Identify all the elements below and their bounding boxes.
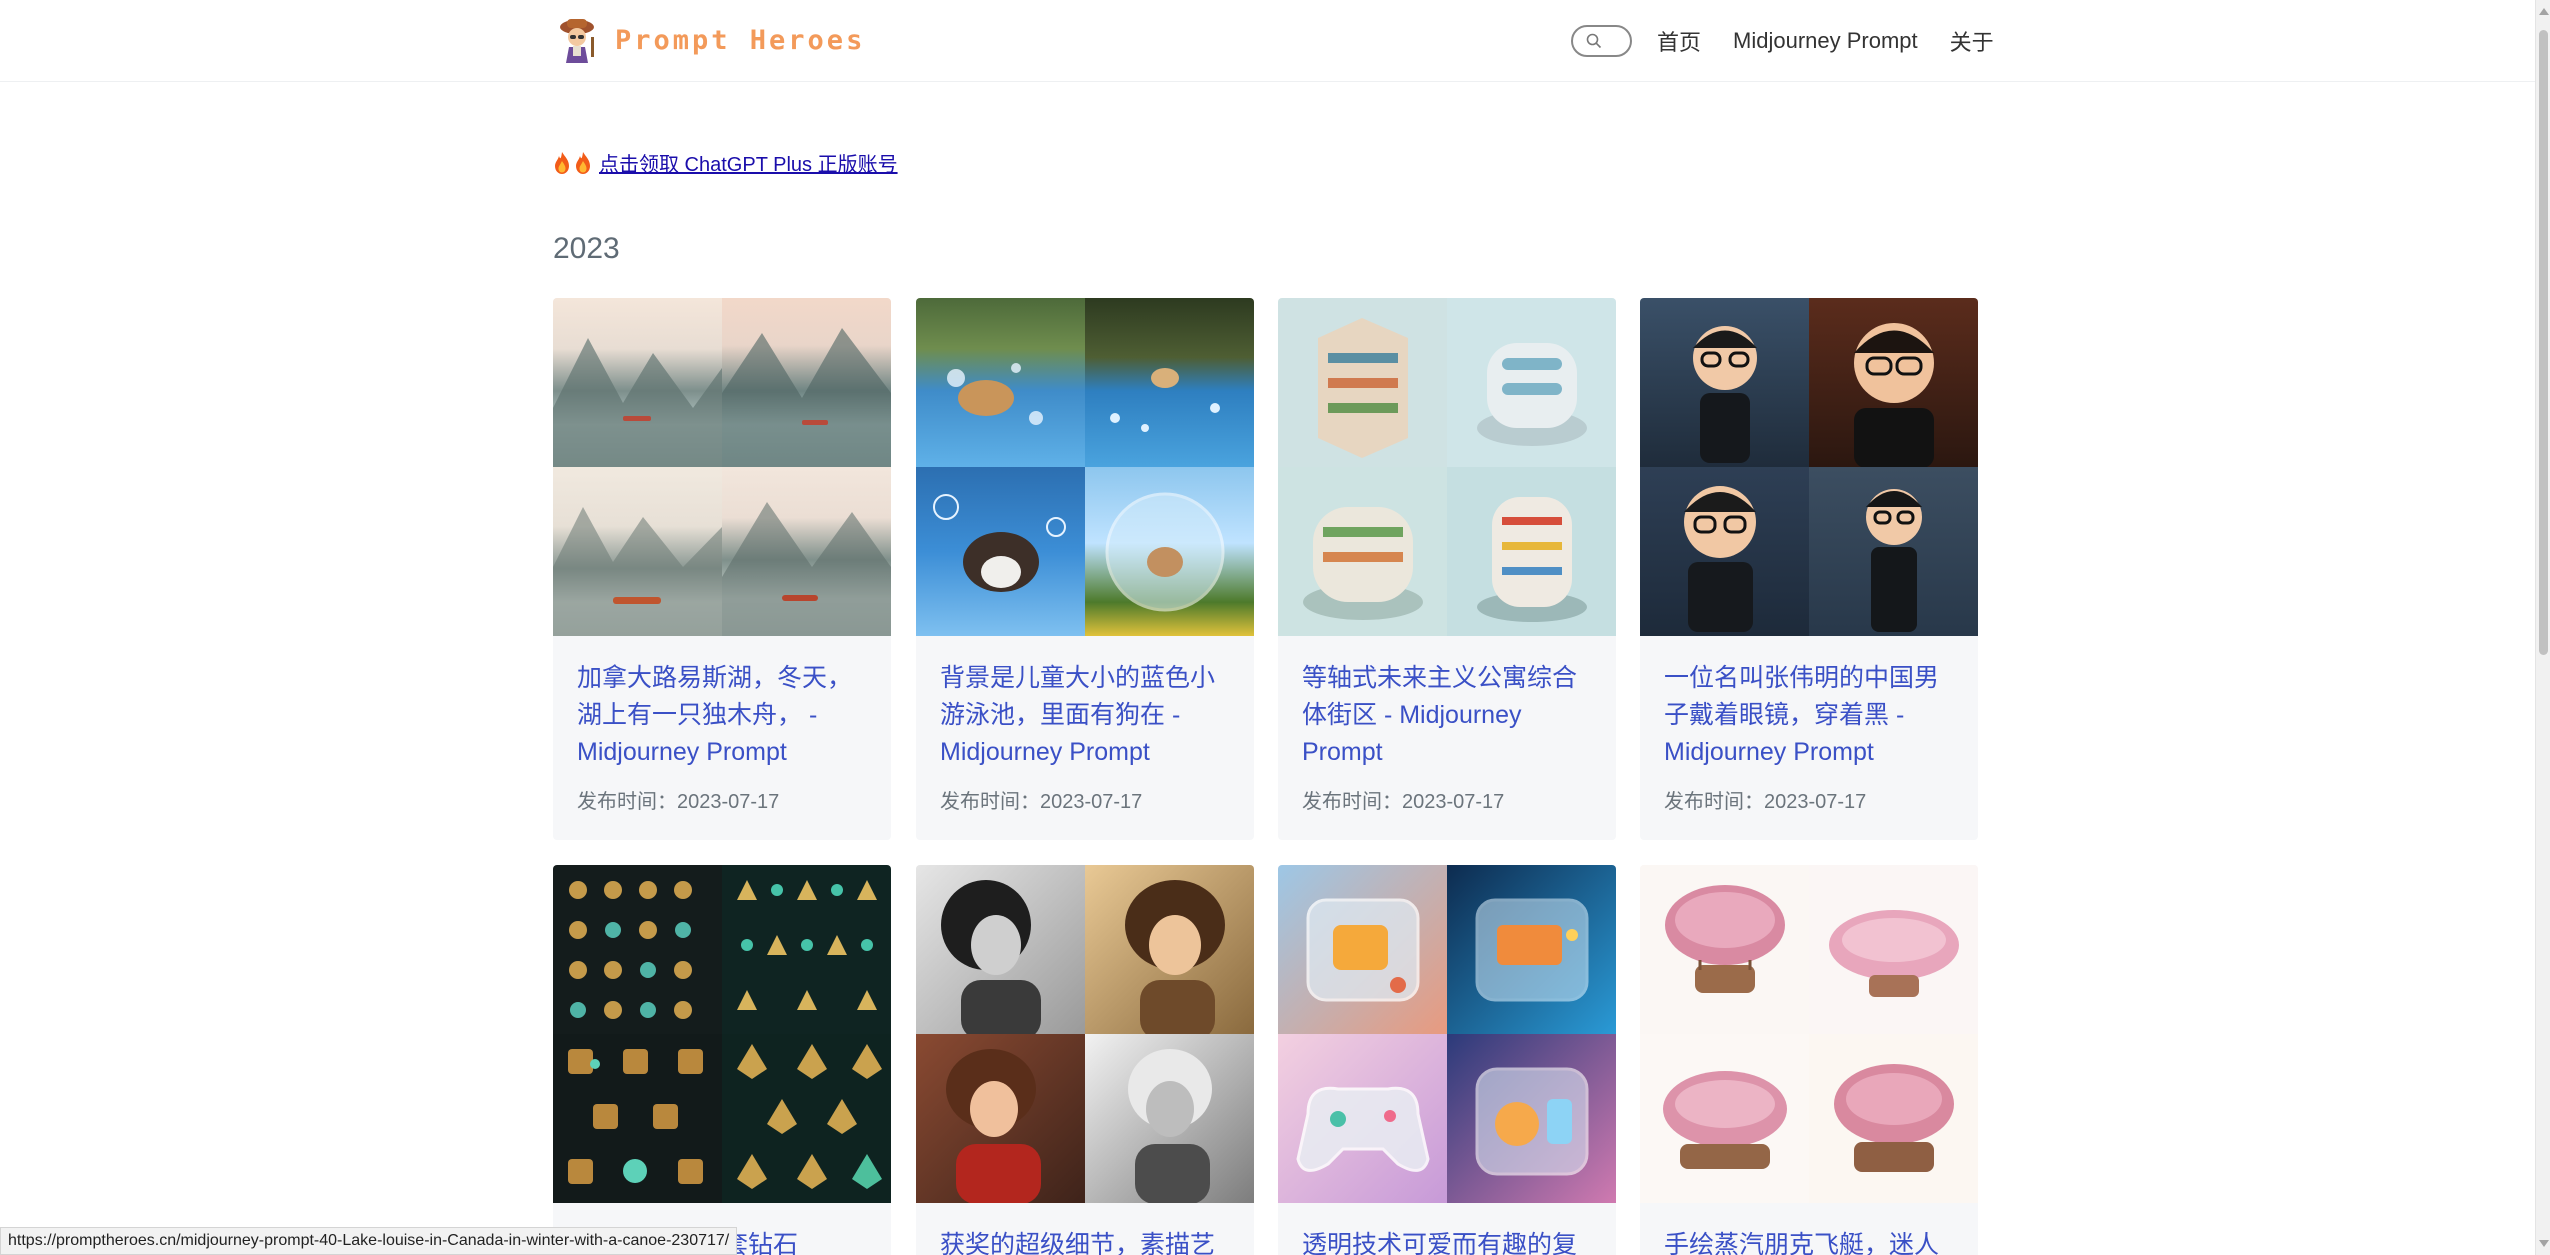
post-thumbnail-cartoon-man-glasses[interactable] [1640, 298, 1978, 636]
scrollbar-thumb[interactable] [2539, 30, 2548, 655]
fire-icon [576, 151, 590, 174]
post-thumbnail-pinup-portraits[interactable] [916, 865, 1254, 1203]
post-title[interactable]: 一位名叫张伟明的中国男子戴着眼镜，穿着黑 - Midjourney Prompt [1640, 636, 1978, 771]
post-thumbnail-isometric-apartments[interactable] [1278, 298, 1616, 636]
post-title[interactable]: 手绘蒸汽朋克飞艇，迷人 [1640, 1203, 1978, 1255]
post-thumbnail-transparent-gadgets[interactable] [1278, 865, 1616, 1203]
post-date: 发布时间：2023-07-17 [940, 791, 1143, 813]
scroll-up-arrow-icon[interactable] [2539, 8, 2549, 15]
main-nav: 首页 Midjourney Prompt 关于 [1571, 22, 1994, 60]
browser-status-bar: https://promptheroes.cn/midjourney-promp… [0, 1227, 738, 1255]
post-card[interactable]: 背景是儿童大小的蓝色小游泳池，里面有狗在 - Midjourney Prompt… [916, 298, 1254, 840]
fire-icon [555, 151, 569, 174]
site-logo-text: Prompt Heroes [615, 24, 866, 56]
promo-banner: 点击领取 ChatGPT Plus 正版账号 [553, 148, 898, 177]
post-card[interactable]: 加拿大路易斯湖，冬天，湖上有一只独木舟， - Midjourney Prompt… [553, 298, 891, 840]
post-date: 发布时间：2023-07-17 [1302, 791, 1505, 813]
post-card[interactable]: 等轴式未来主义公寓综合体街区 - Midjourney Prompt 发布时间：… [1278, 298, 1616, 840]
post-thumbnail-lake-canoe[interactable] [553, 298, 891, 636]
post-title[interactable]: 加拿大路易斯湖，冬天，湖上有一只独木舟， - Midjourney Prompt [553, 636, 891, 771]
chatgpt-plus-promo-link[interactable]: 点击领取 ChatGPT Plus 正版账号 [599, 148, 898, 177]
post-title[interactable]: 透明技术可爱而有趣的复 [1278, 1203, 1616, 1255]
post-card[interactable]: 手绘蒸汽朋克飞艇，迷人 [1640, 865, 1978, 1255]
search-input[interactable] [1571, 25, 1632, 57]
post-card[interactable]: 获奖的超级细节，素描艺 [916, 865, 1254, 1255]
post-title[interactable]: 获奖的超级细节，素描艺 [916, 1203, 1254, 1255]
post-date: 发布时间：2023-07-17 [1664, 791, 1867, 813]
post-title[interactable]: 等轴式未来主义公寓综合体街区 - Midjourney Prompt [1278, 636, 1616, 771]
top-navigation-bar: Prompt Heroes 首页 Midjourney Prompt 关于 [0, 0, 2535, 82]
post-thumbnail-steampunk-airships[interactable] [1640, 865, 1978, 1203]
fire-emoji-icons [553, 151, 595, 175]
nav-link-about[interactable]: 关于 [1950, 25, 1994, 57]
post-card[interactable]: 透明技术可爱而有趣的复 [1278, 865, 1616, 1255]
page-scrollbar[interactable] [2535, 0, 2550, 1255]
post-thumbnail-dog-pool[interactable] [916, 298, 1254, 636]
post-title[interactable]: 背景是儿童大小的蓝色小游泳池，里面有狗在 - Midjourney Prompt [916, 636, 1254, 771]
hero-mascot-icon [553, 15, 601, 65]
nav-link-home[interactable]: 首页 [1657, 25, 1701, 57]
nav-link-midjourney-prompt[interactable]: Midjourney Prompt [1733, 28, 1918, 54]
post-card[interactable]: 一位名叫张伟明的中国男子戴着眼镜，穿着黑 - Midjourney Prompt… [1640, 298, 1978, 840]
section-year-heading: 2023 [553, 232, 620, 265]
site-logo[interactable]: Prompt Heroes [553, 12, 865, 68]
search-icon [1586, 33, 1602, 49]
scroll-down-arrow-icon[interactable] [2539, 1240, 2549, 1247]
post-date: 发布时间：2023-07-17 [577, 791, 780, 813]
post-card[interactable]: 表的一套钻石 [553, 865, 891, 1255]
post-thumbnail-game-icons[interactable] [553, 865, 891, 1203]
